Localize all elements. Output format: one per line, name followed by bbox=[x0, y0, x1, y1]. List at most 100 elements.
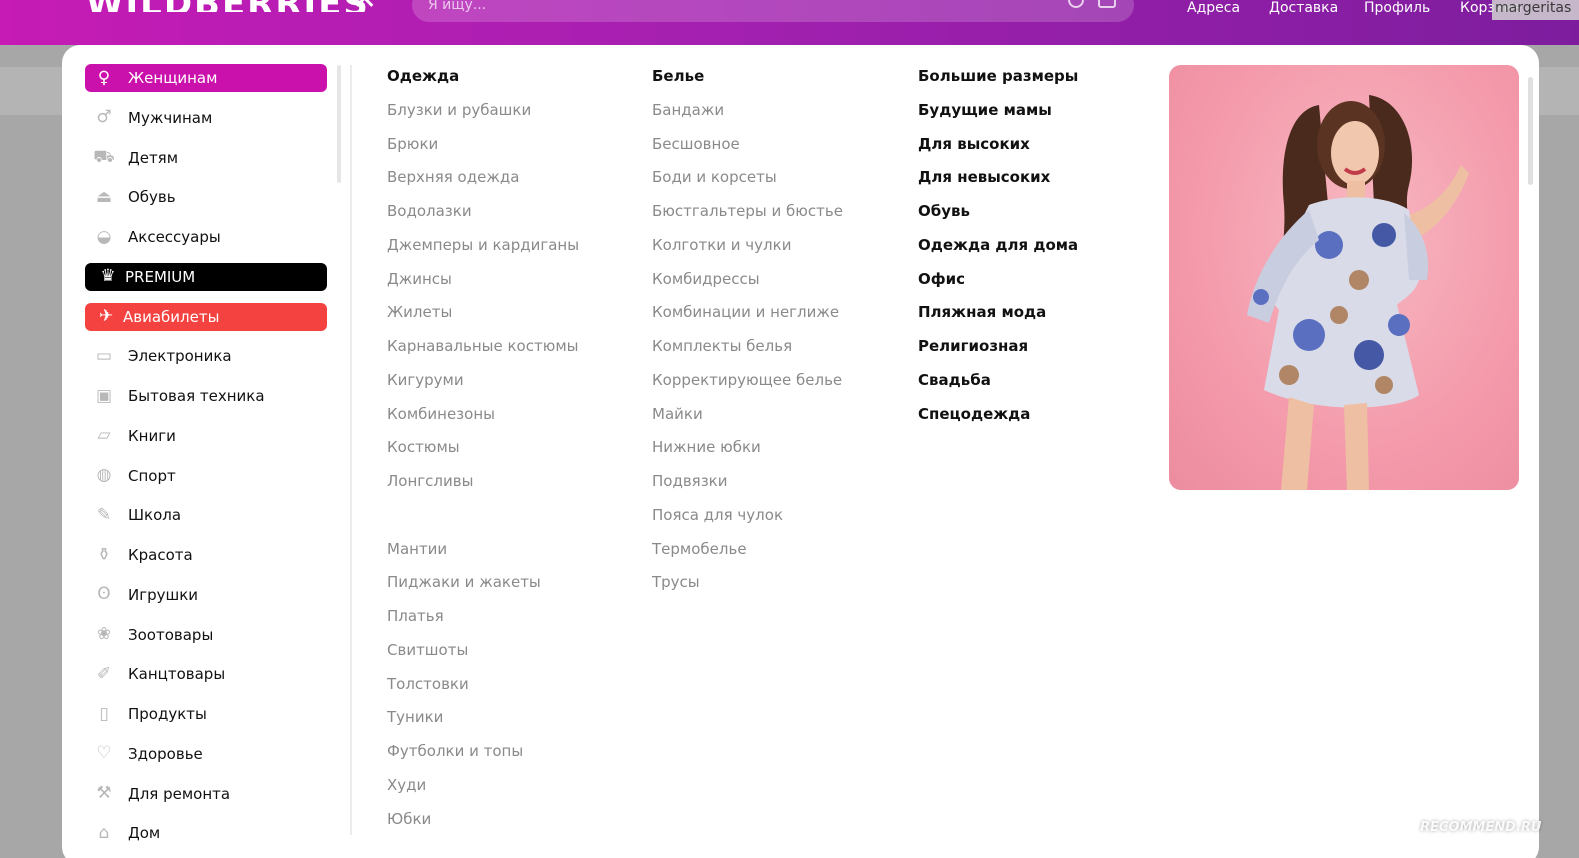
category-link[interactable]: Религиозная bbox=[918, 336, 1078, 370]
category-link[interactable]: Майки bbox=[652, 404, 843, 438]
sidebar-item-12[interactable]: ⚱ Красота bbox=[85, 541, 327, 569]
category-link[interactable]: Одежда для дома bbox=[918, 235, 1078, 269]
category-link[interactable]: Бюстгальтеры и бюстье bbox=[652, 201, 843, 235]
category-link[interactable]: Спецодежда bbox=[918, 404, 1078, 438]
sidebar-item-label: Красота bbox=[128, 546, 193, 564]
category-link[interactable]: Бандажи bbox=[652, 100, 843, 134]
category-link[interactable]: Для невысоких bbox=[918, 167, 1078, 201]
sidebar-item-7[interactable]: ▭ Электроника bbox=[85, 342, 327, 370]
category-sidebar: ♀ Женщинам ♂ Мужчинам ⛟ Детям ⏏ Обувь ◒ Аксессуар… bbox=[85, 64, 327, 858]
category-link[interactable]: Юбки bbox=[387, 809, 579, 843]
nav-addresses[interactable]: Адреса bbox=[1187, 0, 1240, 18]
sidebar-item-label: Спорт bbox=[128, 466, 176, 485]
nav-profile[interactable]: Профиль bbox=[1364, 0, 1430, 18]
category-link[interactable]: Бесшовное bbox=[652, 134, 843, 168]
category-link[interactable]: Кигуруми bbox=[387, 370, 579, 404]
sidebar-item-13[interactable]: ʘ Игрушки bbox=[85, 581, 327, 609]
promo-banner-image[interactable] bbox=[1169, 65, 1519, 490]
woman-icon: ♀ bbox=[97, 67, 111, 88]
sidebar-item-11[interactable]: ✎ Школа bbox=[85, 501, 327, 529]
sidebar-item-14[interactable]: ❀ Зоотовары bbox=[85, 621, 327, 649]
category-link[interactable]: Комбинезоны bbox=[387, 404, 579, 438]
sidebar-item-label: Электроника bbox=[128, 347, 232, 366]
category-link[interactable]: Туники bbox=[387, 707, 579, 741]
logo[interactable]: WILDBERRIES bbox=[86, 0, 370, 12]
category-link[interactable]: Карнавальные костюмы bbox=[387, 336, 579, 370]
category-link[interactable]: Джинсы bbox=[387, 269, 579, 303]
drill-icon: ⚒ bbox=[96, 783, 112, 803]
category-link[interactable]: Пиджаки и жакеты bbox=[387, 572, 579, 606]
column-gap bbox=[387, 505, 579, 539]
column-heading-clothing[interactable]: Одежда bbox=[387, 66, 579, 100]
sidebar-item-10[interactable]: ◍ Спорт bbox=[85, 462, 327, 490]
sidebar-item-16[interactable]: ▯ Продукты bbox=[85, 700, 327, 728]
sidebar-item-3[interactable]: ⏏ Обувь bbox=[85, 183, 327, 211]
nav-delivery[interactable]: Доставка bbox=[1269, 0, 1338, 18]
paw-icon: ❀ bbox=[96, 624, 112, 644]
category-link[interactable]: Футболки и топы bbox=[387, 741, 579, 775]
category-link[interactable]: Жилеты bbox=[387, 302, 579, 336]
home-icon: ⌂ bbox=[98, 822, 110, 843]
sidebar-item-6[interactable]: ✈ Авиабилеты bbox=[85, 302, 327, 331]
category-link[interactable]: Нижние юбки bbox=[652, 437, 843, 471]
sidebar-item-label: Книги bbox=[128, 426, 176, 445]
category-link[interactable]: Подвязки bbox=[652, 471, 843, 505]
sidebar-scrollbar[interactable] bbox=[337, 65, 341, 183]
category-link[interactable]: Термобелье bbox=[652, 539, 843, 573]
sidebar-item-0[interactable]: ♀ Женщинам bbox=[85, 64, 327, 92]
man-icon: ♂ bbox=[96, 107, 112, 128]
camera-icon[interactable] bbox=[1098, 0, 1116, 8]
category-link[interactable]: Верхняя одежда bbox=[387, 167, 579, 201]
category-link[interactable]: Толстовки bbox=[387, 674, 579, 708]
category-link[interactable]: Колготки и чулки bbox=[652, 235, 843, 269]
category-link[interactable]: Будущие мамы bbox=[918, 100, 1078, 134]
panel-scrollbar[interactable] bbox=[1528, 77, 1533, 185]
sidebar-item-18[interactable]: ⚒ Для ремонта bbox=[85, 780, 327, 808]
category-link[interactable]: Брюки bbox=[387, 134, 579, 168]
column-heading-underwear[interactable]: Белье bbox=[652, 66, 843, 100]
category-link[interactable]: Мантии bbox=[387, 539, 579, 573]
sidebar-item-label: Дом bbox=[128, 824, 161, 843]
search-input[interactable] bbox=[428, 0, 1028, 22]
category-link[interactable]: Корректирующее белье bbox=[652, 370, 843, 404]
stroller-icon: ⛟ bbox=[93, 147, 115, 167]
sidebar-item-label: Мужчинам bbox=[128, 108, 213, 127]
sidebar-item-5[interactable]: ♛ PREMIUM bbox=[85, 262, 327, 291]
category-link[interactable]: Водолазки bbox=[387, 201, 579, 235]
sidebar-item-4[interactable]: ◒ Аксессуары bbox=[85, 223, 327, 251]
category-link[interactable]: Большие размеры bbox=[918, 66, 1078, 100]
category-link[interactable]: Боди и корсеты bbox=[652, 167, 843, 201]
category-link[interactable]: Лонгсливы bbox=[387, 471, 579, 505]
category-link[interactable]: Для высоких bbox=[918, 134, 1078, 168]
category-link[interactable]: Офис bbox=[918, 269, 1078, 303]
category-link[interactable]: Костюмы bbox=[387, 437, 579, 471]
category-link[interactable]: Комбидрессы bbox=[652, 269, 843, 303]
category-link[interactable]: Худи bbox=[387, 775, 579, 809]
search-bar bbox=[412, 0, 1134, 22]
category-link[interactable]: Комбинации и неглиже bbox=[652, 302, 843, 336]
category-link[interactable]: Обувь bbox=[918, 201, 1078, 235]
search-icon[interactable] bbox=[1068, 0, 1084, 8]
category-link[interactable]: Комплекты белья bbox=[652, 336, 843, 370]
sidebar-item-19[interactable]: ⌂ Дом bbox=[85, 819, 327, 847]
sidebar-item-label: Продукты bbox=[128, 705, 207, 723]
sidebar-item-label: Для ремонта bbox=[128, 784, 231, 803]
sidebar-item-9[interactable]: ▱ Книги bbox=[85, 422, 327, 450]
sidebar-item-label: Аксессуары bbox=[128, 228, 221, 246]
sidebar-item-8[interactable]: ▣ Бытовая техника bbox=[85, 382, 327, 410]
category-link[interactable]: Пояса для чулок bbox=[652, 505, 843, 539]
close-menu-icon[interactable]: ✕ bbox=[352, 0, 382, 10]
category-link[interactable]: Свадьба bbox=[918, 370, 1078, 404]
category-link[interactable]: Джемперы и кардиганы bbox=[387, 235, 579, 269]
category-link[interactable]: Трусы bbox=[652, 572, 843, 606]
sidebar-item-17[interactable]: ♡ Здоровье bbox=[85, 740, 327, 768]
sidebar-item-15[interactable]: ✐ Канцтовары bbox=[85, 660, 327, 688]
sidebar-item-label: PREMIUM bbox=[125, 267, 196, 286]
category-link[interactable]: Пляжная мода bbox=[918, 302, 1078, 336]
category-link[interactable]: Свитшоты bbox=[387, 640, 579, 674]
category-link[interactable]: Платья bbox=[387, 606, 579, 640]
sidebar-item-2[interactable]: ⛟ Детям bbox=[85, 144, 327, 172]
plane-icon: ✈ bbox=[98, 306, 114, 326]
sidebar-item-1[interactable]: ♂ Мужчинам bbox=[85, 104, 327, 132]
category-link[interactable]: Блузки и рубашки bbox=[387, 100, 579, 134]
